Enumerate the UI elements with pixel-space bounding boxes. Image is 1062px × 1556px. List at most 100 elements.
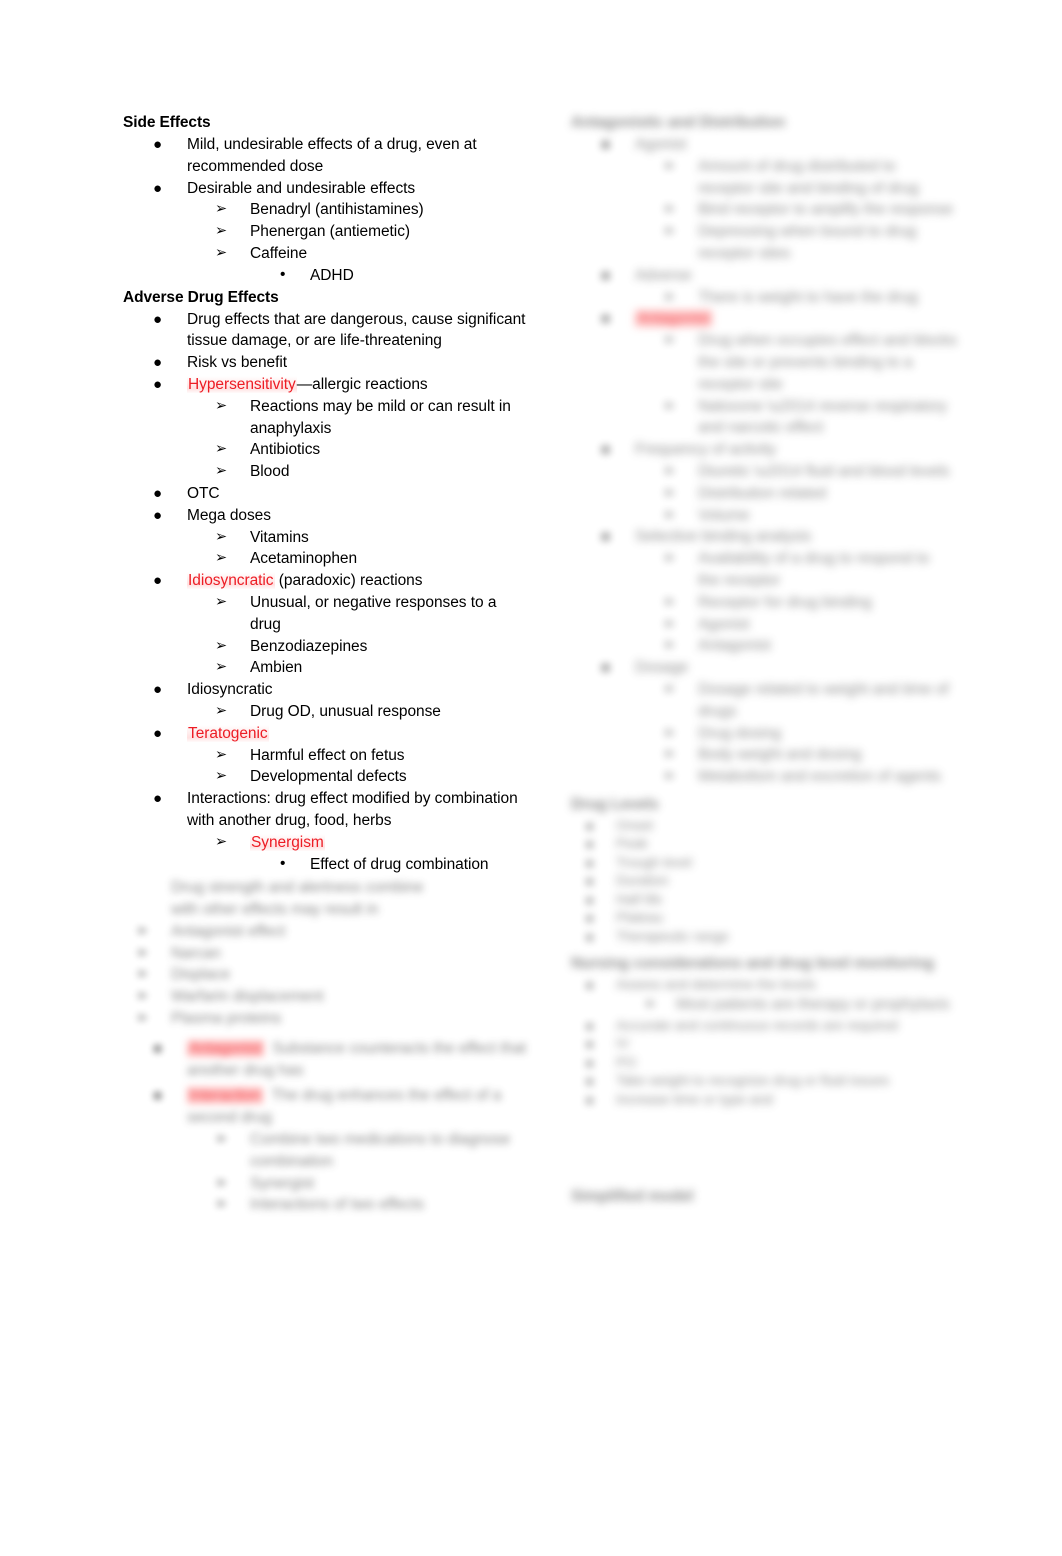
list-item: Half life: [556, 890, 976, 909]
obscured-text: Receptor for drug binding: [698, 593, 872, 611]
arrowhead-bullet-icon: [663, 548, 675, 570]
disc-bullet-icon: [153, 723, 162, 745]
list-item-label: Drug effects that are dangerous, cause s…: [187, 310, 526, 350]
arrowhead-bullet-icon: [136, 943, 148, 965]
list-item: Agonist Amount of drug distributed to re…: [556, 134, 976, 265]
obscured-text: Amount of drug distributed to receptor s…: [698, 157, 919, 197]
highlighted-term-hypersensitivity: Hypersensitivity: [187, 375, 297, 393]
list-item: Mild, undesirable effects of a drug, eve…: [108, 134, 528, 178]
disc-bullet-icon: [586, 1090, 593, 1112]
list-item-label: Benadryl (antihistamines): [250, 201, 424, 219]
disc-bullet-icon: [601, 308, 610, 330]
disc-bullet-icon: [153, 505, 162, 527]
obscured-text: Assess and determine the levels: [616, 976, 817, 993]
obscured-text: PO: [616, 1053, 637, 1070]
list-item-teratogenic: Teratogenic Harmful effect on fetus Deve…: [108, 723, 528, 788]
list-item-label: Blood: [250, 463, 290, 481]
obscured-text: Onset: [616, 816, 654, 833]
list-item: Take weight to recognize drug or fluid i…: [556, 1071, 976, 1090]
list-item: Combine two medications to diagnosecombi…: [187, 1129, 528, 1173]
list-item: Dosage related to weight and time of dru…: [635, 679, 976, 723]
list-item: Acetaminophen: [187, 548, 528, 570]
disc-bullet-icon: [153, 570, 162, 592]
obscured-text: Therapeutic range: [616, 927, 729, 944]
dot-bullet-icon: [280, 264, 285, 286]
disc-bullet-icon: [153, 788, 162, 810]
list-item: Harmful effect on fetus: [187, 745, 528, 767]
arrowhead-bullet-icon: [663, 396, 675, 418]
obscured-text: Drug dosing: [698, 724, 782, 742]
obscured-text: Dosage related to weight and time of dru…: [698, 680, 949, 720]
list-item: Duration: [556, 871, 976, 890]
list-item-label: Antibiotics: [250, 441, 321, 459]
arrowhead-bullet-icon: [663, 614, 675, 636]
arrowhead-bullet-icon: [663, 156, 675, 178]
obscured-left-block: Drug strength and alertness combine with…: [108, 877, 528, 1030]
disc-bullet-icon: [153, 178, 162, 200]
list-item: Selective binding analysis Availability …: [556, 526, 976, 657]
list-item: Caffeine ADHD: [187, 243, 528, 287]
arrowhead-bullet-icon: [215, 1194, 227, 1216]
arrowhead-bullet-icon: [663, 744, 675, 766]
list-item: Ambien: [187, 657, 528, 679]
arrowhead-bullet-icon: [136, 1008, 148, 1030]
obscured-list: Antagonist Substance counteracts the eff…: [108, 1038, 528, 1216]
list-item: Trough level: [556, 853, 976, 872]
list-item-label: Phenergan (antiemetic): [250, 223, 411, 241]
arrowhead-bullet-icon: [663, 287, 675, 309]
list-item: Bind receptor to amplify the response: [635, 199, 976, 221]
obscured-text: Drug strength and alertness combine with…: [171, 879, 424, 919]
obscured-section-heading-2: Drug Levels: [571, 795, 659, 813]
obscured-text: Peak: [616, 835, 648, 852]
obscured-section-heading-1: Antagonistic and Distribution: [571, 114, 786, 131]
sub-list: Drug OD, unusual response: [187, 701, 528, 723]
list-item: Displace: [108, 964, 528, 986]
list-item: Developmental defects: [187, 766, 528, 788]
obscured-text: Take weight to recognize drug or fluid i…: [616, 1072, 890, 1089]
obscured-text: Increase time or type and: [616, 1090, 773, 1107]
disc-bullet-icon: [153, 134, 162, 156]
list-item: Body weight and dosing: [635, 744, 976, 766]
list-item: Antagonist: [635, 635, 976, 657]
list-item-label: OTC: [187, 484, 220, 502]
obscured-sub-list: Drug when occupies effect and blocks the…: [635, 330, 976, 439]
disc-bullet-icon: [153, 679, 162, 701]
list-item-label: Developmental defects: [250, 768, 407, 786]
highlighted-term-idiosyncratic: Idiosyncratic: [187, 572, 275, 590]
list-item: Assess and determine the levels Most pat…: [556, 975, 976, 1015]
obscured-text: Naloxone \u2014 reverse respiratory and …: [698, 397, 947, 437]
arrowhead-bullet-icon: [663, 592, 675, 614]
arrowhead-bullet-icon: [215, 199, 227, 221]
list-item: Narcan: [108, 943, 528, 965]
obscured-sub-list: Dosage related to weight and time of dru…: [635, 679, 976, 788]
list-item: Drug when occupies effect and blocks the…: [635, 330, 976, 395]
list-item-label: Effect of drug combination: [310, 855, 489, 873]
list-item: Vitamins: [187, 527, 528, 549]
arrowhead-bullet-icon: [663, 635, 675, 657]
list-item-label: Vitamins: [250, 528, 309, 546]
list-item: Plateau: [556, 908, 976, 927]
adverse-drug-effects-list: Drug effects that are dangerous, cause s…: [108, 309, 528, 876]
obscured-text: Synergist: [250, 1174, 315, 1192]
list-item: IV: [556, 1034, 976, 1053]
list-item-synergism: Synergism Effect of drug combination: [187, 832, 528, 876]
disc-bullet-icon: [153, 1038, 162, 1060]
arrowhead-bullet-icon: [644, 994, 656, 1016]
list-item: Interaction The drug enhances the effect…: [108, 1085, 528, 1216]
list-item-label: Desirable and undesirable effects: [187, 179, 416, 197]
list-item: Risk vs benefit: [108, 352, 528, 374]
arrowhead-bullet-icon: [215, 636, 227, 658]
arrowhead-bullet-icon: [215, 745, 227, 767]
list-item: Antagonist Drug when occupies effect and…: [556, 308, 976, 439]
arrowhead-bullet-icon: [215, 592, 227, 614]
sub-list: Benadryl (antihistamines) Phenergan (ant…: [187, 199, 528, 286]
list-item: Peak: [556, 834, 976, 853]
list-item: Antagonist Substance counteracts the eff…: [108, 1038, 528, 1082]
obscured-section-heading-4: Simplified model: [571, 1188, 694, 1206]
left-column: Side Effects Mild, undesirable effects o…: [108, 112, 528, 1216]
sub-list: Harmful effect on fetus Developmental de…: [187, 745, 528, 789]
list-item: Desirable and undesirable effects Benadr…: [108, 178, 528, 287]
list-item: Warfarin displacement: [108, 986, 528, 1008]
obscured-text: Agonist: [698, 615, 750, 633]
disc-bullet-icon: [601, 439, 610, 461]
